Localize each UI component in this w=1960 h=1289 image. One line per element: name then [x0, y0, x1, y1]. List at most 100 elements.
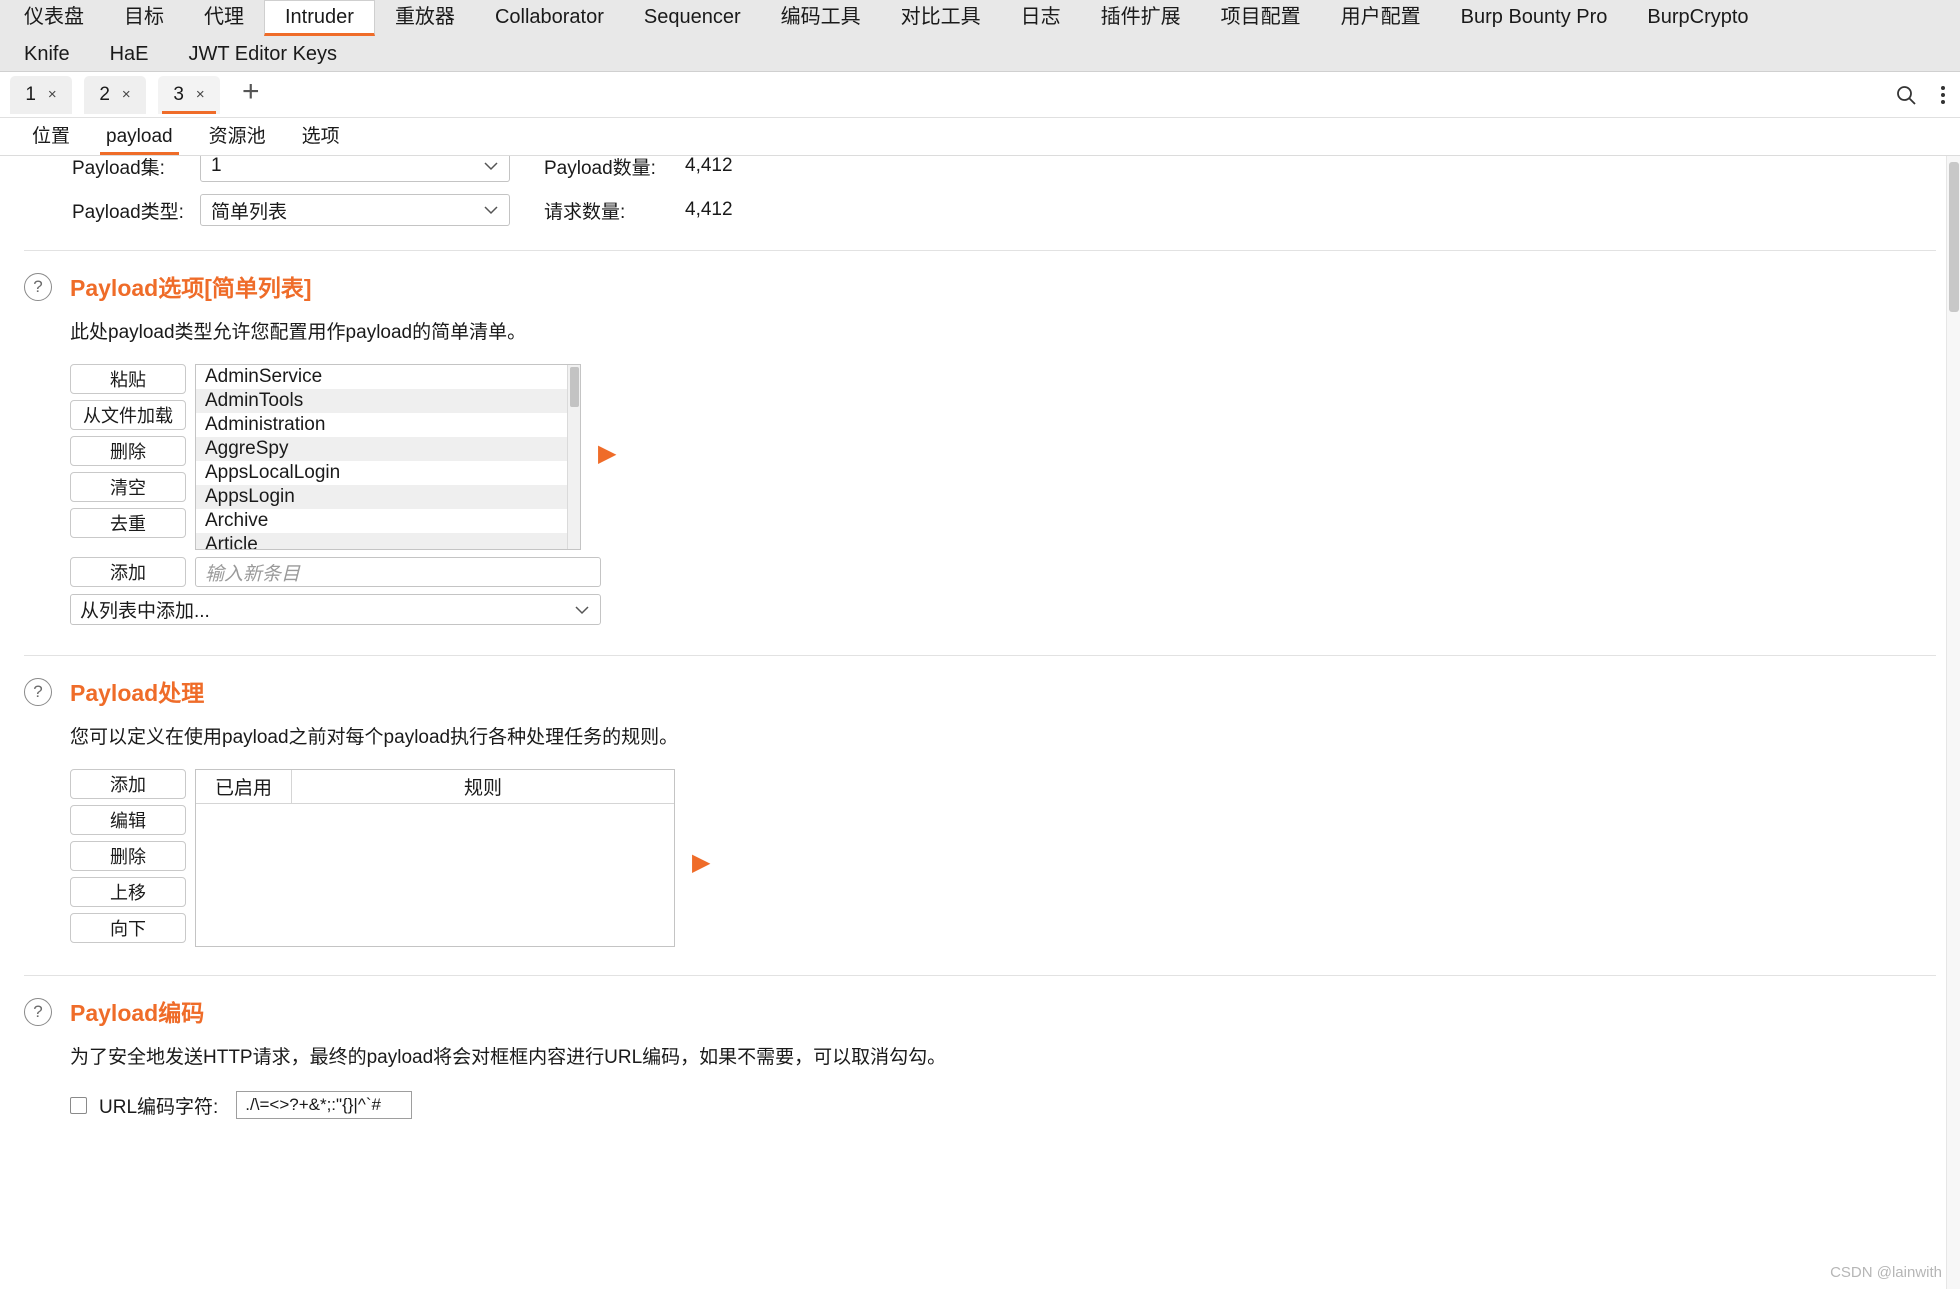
payload-type-row: Payload类型: 简单列表 请求数量: 4,412 [0, 188, 1960, 232]
chevron-down-icon [574, 599, 590, 621]
payload-count-label: Payload数量: [544, 157, 656, 179]
list-item[interactable]: Archive [196, 509, 580, 533]
payload-set-fields: Payload集: 1 Payload数量: 4,412 Payload类型: … [0, 156, 1960, 232]
payload-type-label: Payload类型: [72, 201, 184, 223]
nav-item-logger[interactable]: 日志 [1001, 1, 1081, 36]
payload-processing-table[interactable]: 已启用 规则 [195, 769, 675, 947]
sub-tab-options[interactable]: 选项 [284, 121, 358, 155]
move-down-button[interactable]: 向下 [70, 913, 186, 943]
list-item[interactable]: AppsLogin [196, 485, 580, 509]
sub-tab-positions[interactable]: 位置 [14, 121, 88, 155]
add-from-list-label: 从列表中添加... [80, 601, 210, 622]
nav-item-extensions[interactable]: 插件扩展 [1081, 1, 1201, 36]
list-item[interactable]: AdminService [196, 365, 580, 389]
attack-tab-2[interactable]: 2 × [84, 75, 146, 114]
help-icon[interactable]: ? [24, 273, 52, 301]
sub-tab-resource-pool[interactable]: 资源池 [191, 121, 284, 155]
nav-item-target[interactable]: 目标 [104, 1, 184, 36]
list-item[interactable]: AppsLocalLogin [196, 461, 580, 485]
close-icon[interactable]: × [48, 86, 57, 103]
nav-item-collaborator[interactable]: Collaborator [475, 1, 624, 36]
new-item-input[interactable]: 输入新条目 [195, 557, 601, 587]
nav-item-burpcrypto[interactable]: BurpCrypto [1627, 1, 1768, 36]
scrollbar-thumb[interactable] [1949, 162, 1959, 312]
delete-rule-button[interactable]: 删除 [70, 841, 186, 871]
payload-processing-buttons: 添加 编辑 删除 上移 向下 [70, 769, 186, 943]
payload-options-header: ? Payload选项[简单列表] 此处payload类型允许您配置用作payl… [24, 251, 1936, 344]
close-icon[interactable]: × [196, 86, 205, 103]
list-item[interactable]: AggreSpy [196, 437, 580, 461]
nav-item-intruder[interactable]: Intruder [264, 0, 375, 36]
nav-item-user-options[interactable]: 用户配置 [1321, 1, 1441, 36]
chevron-down-icon [483, 156, 499, 177]
payload-encoding-description: 为了安全地发送HTTP请求，最终的payload将会对框框内容进行URL编码，如… [70, 1047, 947, 1068]
payload-set-row: Payload集: 1 Payload数量: 4,412 [0, 156, 1960, 188]
page-scrollbar[interactable] [1946, 156, 1960, 1289]
table-body [196, 804, 674, 946]
burp-suite-window: 仪表盘 目标 代理 Intruder 重放器 Collaborator Sequ… [0, 0, 1960, 1289]
intruder-sub-tabs: 位置 payload 资源池 选项 [0, 118, 1960, 156]
edit-rule-button[interactable]: 编辑 [70, 805, 186, 835]
payload-panel: Payload集: 1 Payload数量: 4,412 Payload类型: … [0, 156, 1960, 1289]
close-icon[interactable]: × [122, 86, 131, 103]
attack-tab-1[interactable]: 1 × [10, 75, 72, 114]
payload-list-scrollbar[interactable] [567, 365, 580, 549]
nav-item-dashboard[interactable]: 仪表盘 [4, 1, 104, 36]
payload-processing-header: ? Payload处理 您可以定义在使用payload之前对每个payload执… [24, 656, 1936, 749]
search-icon[interactable] [1894, 83, 1918, 107]
nav-item-project-options[interactable]: 项目配置 [1201, 1, 1321, 36]
scrollbar-thumb[interactable] [570, 367, 579, 407]
payload-processing-title: Payload处理 [70, 680, 205, 706]
sub-tab-payload[interactable]: payload [88, 126, 191, 155]
list-item[interactable]: Article [196, 533, 580, 549]
deduplicate-button[interactable]: 去重 [70, 508, 186, 538]
payload-processing-section: ? Payload处理 您可以定义在使用payload之前对每个payload执… [0, 656, 1960, 947]
help-icon[interactable]: ? [24, 998, 52, 1026]
attack-tab-2-label: 2 [99, 83, 110, 105]
list-item[interactable]: Administration [196, 413, 580, 437]
nav-item-knife[interactable]: Knife [4, 36, 90, 72]
payload-set-label: Payload集: [72, 157, 165, 179]
payload-options-section: ? Payload选项[简单列表] 此处payload类型允许您配置用作payl… [0, 251, 1960, 625]
remove-button[interactable]: 删除 [70, 436, 186, 466]
help-icon[interactable]: ? [24, 678, 52, 706]
url-encode-chars-input[interactable]: ./\=<>?+&*;:"{}|^`# [236, 1091, 413, 1119]
column-header-rule[interactable]: 规则 [292, 770, 674, 803]
url-encode-checkbox[interactable] [70, 1096, 87, 1114]
payload-list[interactable]: AdminService AdminTools Administration A… [195, 364, 581, 550]
payload-encoding-body: URL编码字符: ./\=<>?+&*;:"{}|^`# [24, 1091, 1936, 1119]
payload-count-value: 4,412 [685, 156, 733, 176]
payload-processing-description: 您可以定义在使用payload之前对每个payload执行各种处理任务的规则。 [70, 727, 679, 748]
main-navigation: 仪表盘 目标 代理 Intruder 重放器 Collaborator Sequ… [0, 0, 1960, 72]
payload-list-buttons: 粘贴 从文件加载 删除 清空 去重 [70, 364, 186, 538]
watermark: CSDN @lainwith [1830, 1264, 1942, 1281]
payload-options-title: Payload选项[简单列表] [70, 275, 312, 301]
new-tab-button[interactable]: + [232, 77, 270, 112]
collapse-arrow-icon[interactable]: ▶ [692, 851, 710, 875]
payload-options-body: 粘贴 从文件加载 删除 清空 去重 AdminService AdminTool… [24, 364, 1936, 625]
nav-item-burp-bounty-pro[interactable]: Burp Bounty Pro [1441, 1, 1628, 36]
column-header-enabled[interactable]: 已启用 [196, 770, 292, 803]
nav-item-repeater[interactable]: 重放器 [375, 1, 475, 36]
nav-item-comparer[interactable]: 对比工具 [881, 1, 1001, 36]
clear-button[interactable]: 清空 [70, 472, 186, 502]
payload-type-value: 简单列表 [211, 201, 288, 223]
list-item[interactable]: AdminTools [196, 389, 580, 413]
move-up-button[interactable]: 上移 [70, 877, 186, 907]
add-rule-button[interactable]: 添加 [70, 769, 186, 799]
add-from-list-select[interactable]: 从列表中添加... [70, 594, 601, 625]
add-button[interactable]: 添加 [70, 557, 186, 587]
nav-item-proxy[interactable]: 代理 [184, 1, 264, 36]
payload-type-select[interactable]: 简单列表 [200, 194, 510, 226]
kebab-menu-icon[interactable] [1940, 83, 1946, 107]
nav-item-hae[interactable]: HaE [90, 36, 169, 72]
payload-set-select[interactable]: 1 [200, 156, 510, 182]
load-from-file-button[interactable]: 从文件加载 [70, 400, 186, 430]
nav-item-jwt-editor-keys[interactable]: JWT Editor Keys [169, 36, 358, 72]
paste-button[interactable]: 粘贴 [70, 364, 186, 394]
collapse-arrow-icon[interactable]: ▶ [598, 442, 616, 466]
attack-tab-3[interactable]: 3 × [158, 75, 220, 114]
nav-item-sequencer[interactable]: Sequencer [624, 1, 761, 36]
nav-item-decoder[interactable]: 编码工具 [761, 1, 881, 36]
payload-list-area: 粘贴 从文件加载 删除 清空 去重 AdminService AdminTool… [70, 364, 1936, 550]
